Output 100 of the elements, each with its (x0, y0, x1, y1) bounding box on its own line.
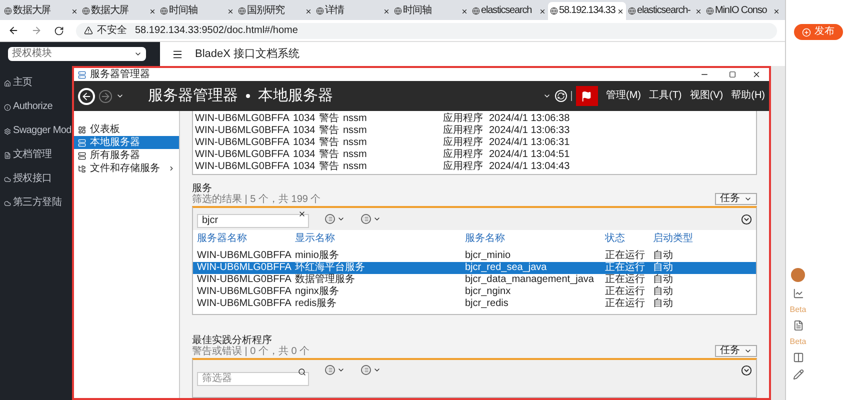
chart-icon[interactable] (792, 288, 804, 299)
sidebar-item[interactable]: 第三方登陆 (0, 196, 72, 210)
refresh-icon[interactable] (554, 90, 567, 102)
tab-title: 时间轴 (169, 5, 198, 17)
module-select[interactable]: 授权模块 (8, 47, 146, 61)
nav-item[interactable]: 文件和存储服务 (74, 162, 179, 175)
nav-icon (4, 80, 11, 86)
table-cell-text: 正在运行 (605, 250, 646, 262)
menu-item[interactable]: 帮助(H) (731, 90, 765, 102)
caret-icon (337, 215, 345, 223)
menu-item[interactable]: 管理(M) (606, 90, 641, 102)
menu-item[interactable]: 视图(V) (690, 90, 724, 102)
table-cell-text: 应用程序 (443, 149, 484, 160)
globe-icon (550, 7, 558, 15)
maximize-icon[interactable] (729, 71, 736, 78)
tasks-button[interactable]: 任务 (715, 345, 757, 358)
sidebar-item[interactable]: 主页 (0, 76, 72, 90)
search-icon[interactable] (298, 368, 306, 376)
close-icon[interactable] (305, 8, 312, 14)
dropdown-button[interactable] (325, 365, 345, 376)
back-icon[interactable] (78, 88, 95, 104)
table-cell-text: 自动 (653, 262, 674, 274)
table-cell-text: bjcr_redis (465, 298, 510, 310)
table-row[interactable]: WIN-UB6MLG0BFFA redis服务 bjcr_redis 正在运行 自动 (193, 298, 756, 310)
back-icon[interactable] (8, 25, 19, 36)
filter-field[interactable]: 筛选器 (197, 372, 309, 386)
url-text: 58.192.134.33:9502/doc.html#/home (135, 24, 298, 36)
tasks-button[interactable]: 任务 (715, 193, 757, 205)
table-cell-text: 应用程序 (443, 113, 484, 124)
table-cell-text: WIN-UB6MLG0BFFA (197, 250, 292, 262)
reload-icon[interactable] (54, 26, 64, 36)
table-cell-text: 警告 (319, 137, 340, 148)
tab-title: 数据大屏 (13, 5, 52, 17)
table-cell-text: WIN-UB6MLG0BFFA (197, 262, 292, 274)
close-icon[interactable] (695, 8, 702, 14)
table-cell-text: 应用程序 (443, 125, 484, 136)
sidebar-item[interactable]: 文档管理 (0, 148, 72, 162)
tab-title: 数据大屏 (91, 5, 130, 17)
document-icon[interactable] (792, 320, 804, 331)
nav-item[interactable]: 本地服务器 (74, 136, 179, 149)
nav-icon (4, 104, 11, 110)
expand-icon[interactable] (741, 365, 752, 376)
notifications-button[interactable] (576, 86, 598, 106)
table-cell-text: bjcr_minio (465, 250, 512, 262)
edit-icon[interactable] (792, 369, 804, 380)
browser-tab[interactable]: 58.192.134.33 (548, 2, 626, 20)
table-cell-text: WIN-UB6MLG0BFFA (195, 161, 290, 173)
column-header[interactable]: 状态 (605, 233, 653, 245)
dropdown-button[interactable] (361, 365, 381, 376)
column-header[interactable]: 服务器名称 (197, 233, 295, 245)
table-row[interactable]: WIN-UB6MLG0BFFA minio服务 bjcr_minio 正在运行 自动 (193, 250, 756, 262)
dropdown-button[interactable] (325, 214, 345, 224)
close-icon[interactable] (617, 8, 624, 14)
filter-field[interactable]: bjcr (197, 214, 309, 228)
table-cell-text: 1034 (293, 149, 316, 161)
forward-icon[interactable] (31, 25, 42, 36)
close-icon[interactable] (71, 8, 78, 14)
sidebar-item[interactable]: Swagger Mod (0, 124, 72, 138)
caret-icon (542, 92, 551, 100)
column-header[interactable]: 服务名称 (465, 233, 605, 245)
menu-icon[interactable] (172, 48, 183, 60)
close-icon[interactable] (752, 70, 761, 79)
column-header[interactable]: 启动类型 (653, 233, 703, 245)
table-cell-text: 1034 (293, 113, 316, 125)
table-cell-text: 2024/4/1 13:04:43 (489, 161, 571, 173)
table-row[interactable]: WIN-UB6MLG0BFFA nginx服务 bjcr_nginx 正在运行 自动 (193, 286, 756, 298)
table-cell-text: 2024/4/1 13:06:33 (489, 125, 571, 137)
close-icon[interactable] (773, 8, 780, 14)
breadcrumb-item: 服务器管理器 (148, 87, 238, 105)
close-icon[interactable] (383, 8, 390, 14)
address-bar[interactable]: 不安全 58.192.134.33:9502/doc.html#/home (76, 22, 777, 38)
forward-icon[interactable] (99, 90, 112, 102)
globe-icon (706, 7, 714, 15)
table-row[interactable]: WIN-UB6MLG0BFFA 环红海平台服务 bjcr_red_sea_java 正在运行 自动 (193, 262, 756, 274)
table-cell-text: nssm (343, 113, 368, 125)
tab-title: 时间轴 (403, 5, 432, 17)
tab-title: 国别研究 (247, 5, 286, 17)
sidebar-item[interactable]: Authorize (0, 100, 72, 114)
clear-icon[interactable] (298, 210, 306, 218)
nav-item[interactable]: 所有服务器 (74, 149, 179, 162)
globe-icon (472, 7, 480, 15)
layout-icon[interactable] (792, 352, 804, 363)
nav-icon (78, 164, 86, 172)
tab-title: elasticsearch (481, 5, 533, 17)
beta-label: Beta (790, 305, 806, 314)
breadcrumb-item: 本地服务器 (258, 87, 333, 105)
section-subtitle: 筛选的结果 | 5 个，共 199 个 (192, 194, 321, 205)
close-icon[interactable] (539, 8, 546, 14)
dropdown-button[interactable] (361, 214, 381, 224)
close-icon[interactable] (227, 8, 234, 14)
nav-item[interactable]: 仪表板 (74, 123, 179, 136)
sidebar-item[interactable]: 授权接口 (0, 172, 72, 186)
window-title: 服务器管理器 (90, 69, 151, 80)
expand-icon[interactable] (741, 214, 752, 224)
menu-item[interactable]: 工具(T) (648, 90, 682, 102)
column-header[interactable]: 显示名称 (295, 233, 465, 245)
close-icon[interactable] (461, 8, 468, 14)
table-cell-text: minio服务 (295, 250, 340, 262)
table-row[interactable]: WIN-UB6MLG0BFFA 数据管理服务 bjcr_data_management_java 正在运行 自动 (193, 274, 756, 286)
close-icon[interactable] (149, 8, 156, 14)
